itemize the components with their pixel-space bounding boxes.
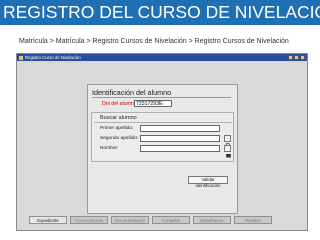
search-button[interactable] xyxy=(224,135,232,149)
app-window: Registro Curso de Nivelación Identificac… xyxy=(16,53,308,231)
title-divider xyxy=(92,97,231,98)
window-title: Registro Curso de Nivelación xyxy=(25,55,81,60)
name-label: Nombre: xyxy=(100,146,119,151)
identification-title: Identificación del alumno xyxy=(92,88,172,97)
second-surname-label: Segundo apellido: xyxy=(100,136,139,141)
slide-title: REGISTRO DEL CURSO DE NIVELACIÓN xyxy=(0,0,320,25)
clear-button[interactable] xyxy=(224,145,231,158)
validate-identification-button[interactable]: Validar identificación xyxy=(188,176,228,188)
dni-input[interactable] xyxy=(134,100,172,107)
first-surname-input[interactable] xyxy=(140,125,220,132)
search-divider xyxy=(94,122,232,123)
breadcrumb: Matrícula > Matrícula > Registro Cursos … xyxy=(19,38,289,45)
tab-expediente[interactable]: Expediente xyxy=(29,216,67,224)
window-titlebar[interactable]: Registro Curso de Nivelación xyxy=(17,54,307,61)
maximize-icon[interactable] xyxy=(294,55,299,60)
search-title: Buscar alumno xyxy=(100,115,137,121)
eraser-icon xyxy=(226,154,231,158)
minimize-icon[interactable] xyxy=(288,55,293,60)
tab-convocatorias[interactable]: Convocatorias xyxy=(70,216,108,224)
tab-recibos[interactable]: Recibos xyxy=(234,216,272,224)
first-surname-label: Primer apellido: xyxy=(100,126,134,131)
name-input[interactable] xyxy=(140,145,220,152)
dni-label: Dni del alumno: xyxy=(102,101,139,107)
app-icon xyxy=(19,55,23,60)
close-icon[interactable] xyxy=(300,55,305,60)
search-section: Buscar alumno Primer apellido: Segundo a… xyxy=(91,112,234,162)
slide: REGISTRO DEL CURSO DE NIVELACIÓN Matrícu… xyxy=(0,0,320,240)
identification-panel: Identificación del alumno Dni del alumno… xyxy=(87,84,238,214)
tab-cursados[interactable]: Cursados xyxy=(152,216,190,224)
tab-documentacion[interactable]: Documentación xyxy=(111,216,149,224)
second-surname-input[interactable] xyxy=(140,135,220,142)
tab-estadisticas[interactable]: Estadísticas xyxy=(193,216,231,224)
